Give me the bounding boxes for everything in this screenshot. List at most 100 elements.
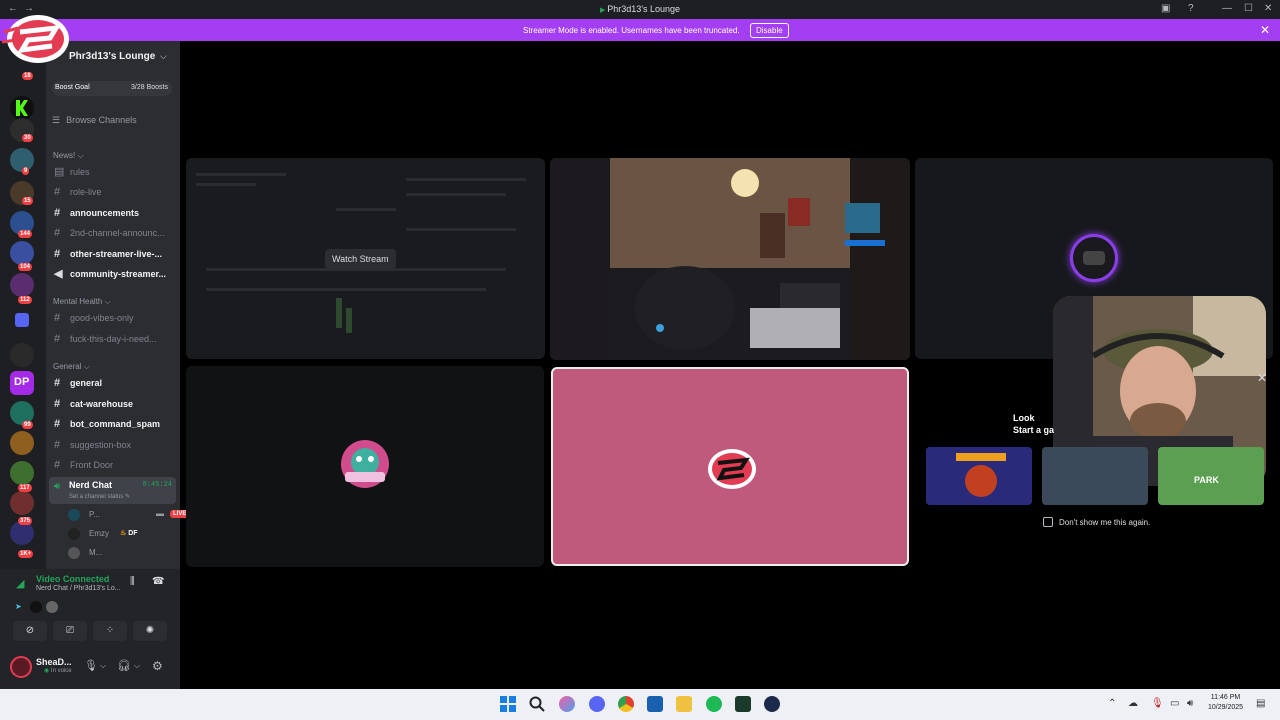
title-bar: ← → ▶ Phr3d13's Lounge ▣ ? — ☐ ✕ bbox=[0, 0, 1280, 19]
camera-off-button[interactable]: ⊘ bbox=[13, 621, 47, 641]
spotify-icon[interactable] bbox=[706, 696, 722, 712]
category-general[interactable]: General ⌵ bbox=[53, 362, 90, 372]
channel-status[interactable]: Set a channel status ✎ bbox=[69, 493, 130, 500]
channel-front-door[interactable]: # Front Door bbox=[52, 456, 176, 474]
chevron-up-icon[interactable]: ⌃ bbox=[1108, 698, 1116, 709]
inbox-icon[interactable]: ▣ bbox=[1161, 3, 1170, 14]
dont-show-checkbox[interactable] bbox=[1043, 517, 1053, 527]
channel-suggestion-box[interactable]: # suggestion-box bbox=[52, 436, 176, 454]
channel-bot-command-spam[interactable]: # bot_command_spam bbox=[52, 415, 176, 433]
channel-other-streamer[interactable]: # other-streamer-live-... bbox=[52, 245, 176, 263]
voice-channel-nerd-chat[interactable]: 🔊︎ Nerd Chat 8:45:24 Set a channel statu… bbox=[49, 477, 176, 504]
browse-channels-item[interactable]: ☰ Browse Channels bbox=[52, 115, 137, 126]
username[interactable]: SheaD... bbox=[36, 657, 72, 667]
volume-icon[interactable]: 🔊︎ bbox=[1187, 698, 1193, 709]
server-icon[interactable] bbox=[10, 273, 34, 297]
server-icon[interactable] bbox=[10, 491, 34, 515]
channel-announcements[interactable]: # announcements bbox=[52, 204, 176, 222]
activities-button[interactable]: ⁘ bbox=[93, 621, 127, 641]
mention-badge: 18 bbox=[22, 72, 33, 80]
category-mental-health[interactable]: Mental Health ⌵ bbox=[53, 297, 111, 307]
rules-icon: ▤ bbox=[54, 166, 65, 178]
display-icon[interactable]: ▭ bbox=[1170, 698, 1179, 709]
microphone-icon[interactable]: 🎙︎ bbox=[84, 659, 98, 672]
avatar[interactable] bbox=[10, 656, 32, 678]
mention-badge: 144 bbox=[18, 230, 33, 238]
channel-role-live[interactable]: # role-live bbox=[52, 183, 176, 201]
chevron-down-icon[interactable]: ⌵ bbox=[100, 661, 106, 671]
server-icon[interactable] bbox=[10, 343, 34, 367]
close-icon[interactable]: ✕ bbox=[1257, 371, 1267, 385]
chevron-down-icon[interactable]: ⌵ bbox=[134, 661, 140, 671]
help-icon[interactable]: ? bbox=[1188, 3, 1194, 14]
screen-share-tile[interactable]: Watch Stream bbox=[186, 158, 545, 359]
mention-badge: 112 bbox=[18, 296, 32, 304]
user-tile-speaking[interactable] bbox=[551, 367, 909, 566]
terminal-icon[interactable] bbox=[735, 696, 751, 712]
voice-user[interactable]: M... bbox=[68, 545, 178, 561]
soundboard-button[interactable]: ✺ bbox=[133, 621, 167, 641]
search-icon[interactable] bbox=[529, 696, 545, 712]
user-status: ◉ In voice bbox=[44, 668, 72, 674]
maximize-icon[interactable]: ☐ bbox=[1244, 3, 1253, 14]
watch-stream-button[interactable]: Watch Stream bbox=[325, 249, 396, 269]
hash-icon: # bbox=[54, 439, 61, 451]
discord-icon[interactable] bbox=[589, 696, 605, 712]
mention-badge: 15 bbox=[22, 197, 33, 205]
server-icon-dp[interactable]: DP bbox=[10, 371, 34, 395]
category-news[interactable]: News! ⌵ bbox=[53, 151, 84, 161]
noise-suppression-icon[interactable]: ⫼ bbox=[130, 576, 135, 587]
hash-icon: # bbox=[54, 312, 61, 324]
server-icon[interactable] bbox=[10, 461, 34, 485]
disconnect-icon[interactable]: ☎ bbox=[152, 576, 164, 587]
voice-channel-path: Nerd Chat / Phr3d13's Lo... bbox=[36, 585, 121, 592]
gear-icon[interactable]: ⚙ bbox=[152, 659, 163, 673]
game-thumbnail[interactable] bbox=[926, 447, 1032, 505]
server-icon-kick[interactable] bbox=[10, 96, 34, 120]
file-explorer-icon[interactable] bbox=[676, 696, 692, 712]
minimize-icon[interactable]: — bbox=[1222, 3, 1232, 14]
cloud-icon[interactable]: ☁ bbox=[1128, 698, 1138, 709]
voice-status[interactable]: Video Connected bbox=[36, 574, 109, 584]
server-icon[interactable] bbox=[10, 431, 34, 455]
close-icon[interactable]: ✕ bbox=[1260, 23, 1270, 37]
webcam-tile-room[interactable] bbox=[550, 158, 910, 360]
channel-general[interactable]: # general bbox=[52, 374, 176, 392]
channel-2nd-channel[interactable]: #2nd-channel-announc... bbox=[52, 224, 176, 242]
steam-icon[interactable] bbox=[764, 696, 780, 712]
user-tile-clown[interactable] bbox=[186, 366, 544, 567]
game-thumbnail[interactable]: PARK bbox=[1158, 447, 1264, 505]
mic-icon[interactable]: 🎙︎ bbox=[1151, 698, 1164, 709]
streamer-mode-banner: Streamer Mode is enabled. Usernames have… bbox=[0, 19, 1280, 41]
notification-icon[interactable]: ▤ bbox=[1256, 698, 1265, 709]
system-clock[interactable]: 11:46 PM 10/29/2025 bbox=[1208, 693, 1243, 713]
boost-goal-bar[interactable]: Boost Goal 3/28 Boosts bbox=[52, 81, 172, 96]
server-icon[interactable] bbox=[15, 313, 29, 327]
close-window-icon[interactable]: ✕ bbox=[1264, 3, 1272, 14]
voice-user[interactable]: P... ▬ LIVE bbox=[68, 507, 190, 523]
role-tag: ♨ DF bbox=[120, 530, 138, 537]
channel-good-vibes[interactable]: # good-vibes-only bbox=[52, 309, 176, 327]
voice-user[interactable]: Emzy ♨ DF bbox=[68, 526, 178, 542]
store-icon[interactable] bbox=[647, 696, 663, 712]
kick-icon bbox=[16, 100, 28, 116]
server-icon[interactable] bbox=[10, 241, 34, 265]
hash-icon: # bbox=[54, 186, 61, 198]
headphones-icon[interactable]: 🎧︎ bbox=[117, 659, 131, 672]
channel-rules[interactable]: ▤ rules bbox=[52, 163, 176, 181]
windows-start-icon[interactable] bbox=[500, 696, 516, 712]
disable-streamer-mode-button[interactable]: Disable bbox=[750, 23, 789, 38]
signal-icon[interactable]: ◢ bbox=[16, 577, 24, 590]
copilot-icon[interactable] bbox=[559, 696, 575, 712]
chevron-down-icon[interactable]: ⌵ bbox=[160, 51, 167, 62]
hash-icon: # bbox=[54, 459, 61, 471]
channel-community-streamer[interactable]: ◀ community-streamer... bbox=[52, 265, 176, 283]
game-thumbnail[interactable] bbox=[1042, 447, 1148, 505]
chrome-icon[interactable] bbox=[618, 696, 634, 712]
list-icon: ☰ bbox=[52, 115, 61, 125]
channel-fuck-this-day[interactable]: # fuck-this-day-i-need... bbox=[52, 330, 176, 348]
channel-cat-warehouse[interactable]: # cat-warehouse bbox=[52, 395, 176, 413]
screen-share-button[interactable]: ⎚ bbox=[53, 621, 87, 641]
avatar bbox=[30, 601, 42, 613]
server-name[interactable]: Phr3d13's Lounge bbox=[69, 51, 155, 62]
